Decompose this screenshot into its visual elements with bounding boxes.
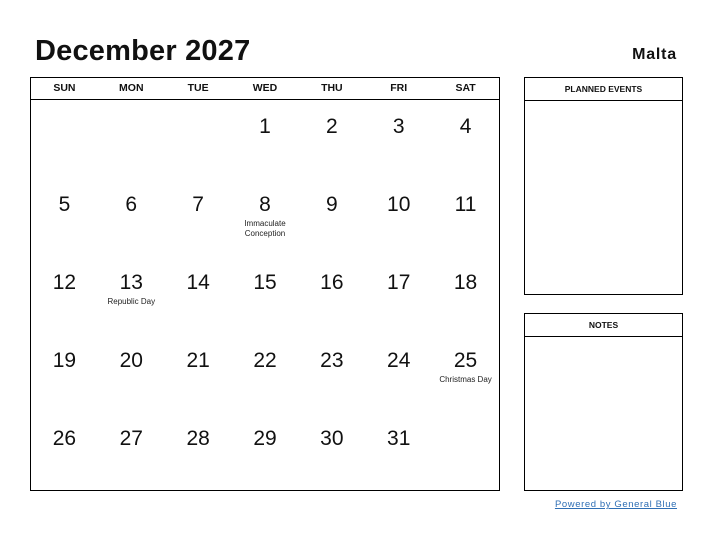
day-cell: 14	[165, 256, 232, 334]
holiday-label: Immaculate Conception	[244, 219, 286, 238]
day-cell: 19	[31, 334, 98, 412]
day-cell: 31	[365, 412, 432, 490]
day-cell: 8 Immaculate Conception	[232, 178, 299, 256]
day-number: 4	[459, 115, 472, 138]
day-number: 11	[454, 193, 477, 216]
day-number: 18	[453, 271, 478, 294]
day-number: 28	[186, 427, 210, 450]
day-number: 30	[320, 427, 344, 450]
day-number: 21	[186, 349, 210, 372]
day-cell: 29	[232, 412, 299, 490]
day-number: 25	[453, 349, 478, 372]
weekday-header: SUN MON TUE WED THU FRI SAT	[31, 78, 499, 100]
day-number: 13	[119, 271, 143, 294]
day-cell: 4	[432, 100, 499, 178]
day-cell: 16	[298, 256, 365, 334]
day-cell: 1	[232, 100, 299, 178]
day-number: 5	[58, 193, 71, 216]
day-number: 29	[253, 427, 277, 450]
day-number: 26	[52, 427, 77, 450]
holiday-label: Christmas Day	[439, 375, 492, 384]
day-cell: 5	[31, 178, 98, 256]
day-number: 22	[253, 349, 277, 372]
day-cell: 11	[432, 178, 499, 256]
weekday-mon: MON	[119, 82, 144, 94]
day-number: 10	[387, 193, 411, 216]
day-cell: 27	[98, 412, 165, 490]
day-number: 6	[125, 193, 138, 216]
day-number: 14	[186, 271, 210, 294]
day-number: 15	[253, 271, 277, 294]
day-number: 7	[192, 193, 204, 216]
day-number: 9	[326, 193, 338, 216]
weekday-sat: SAT	[455, 82, 476, 94]
day-number: 1	[259, 115, 271, 138]
day-cell: 26	[31, 412, 98, 490]
day-number: 24	[387, 349, 411, 372]
day-cell: 28	[165, 412, 232, 490]
page-title: December 2027	[35, 35, 251, 67]
day-cell: 18	[432, 256, 499, 334]
day-cell: 12	[31, 256, 98, 334]
weekday-thu: THU	[321, 82, 343, 94]
calendar-grid: SUN MON TUE WED THU FRI SAT 1 2 3 4 5 6 7 8 Imma…	[30, 77, 500, 491]
day-cell: 23	[298, 334, 365, 412]
weekday-sun: SUN	[53, 82, 76, 94]
day-cell: 25 Christmas Day	[432, 334, 499, 412]
calendar-body: 1 2 3 4 5 6 7 8 Immaculate Conception 9 10 11 12 13 Re…	[31, 100, 499, 490]
day-cell: 13 Republic Day	[98, 256, 165, 334]
day-number: 2	[326, 115, 338, 138]
day-cell: 2	[298, 100, 365, 178]
planned-events-heading: PLANNED EVENTS	[525, 78, 682, 101]
notes-panel: NOTES	[524, 313, 683, 491]
day-cell: 15	[232, 256, 299, 334]
day-number: 16	[320, 271, 344, 294]
day-number: 23	[320, 349, 344, 372]
day-cell: 17	[365, 256, 432, 334]
holiday-label: Republic Day	[107, 297, 156, 306]
day-cell: 9	[298, 178, 365, 256]
powered-by-link[interactable]: Powered by General Blue	[555, 499, 677, 511]
empty-day-cell	[165, 100, 232, 178]
day-number: 8	[259, 193, 271, 216]
day-cell: 24	[365, 334, 432, 412]
planned-events-panel: PLANNED EVENTS	[524, 77, 683, 295]
day-number: 31	[387, 427, 411, 450]
day-number: 17	[387, 271, 411, 294]
day-number: 12	[52, 271, 77, 294]
weekday-wed: WED	[252, 82, 278, 94]
day-cell: 10	[365, 178, 432, 256]
empty-day-cell	[31, 100, 98, 178]
country-label: Malta	[632, 46, 677, 63]
empty-day-cell	[432, 412, 499, 490]
day-cell: 7	[165, 178, 232, 256]
day-number: 20	[119, 349, 143, 372]
day-cell: 21	[165, 334, 232, 412]
day-number: 3	[392, 115, 405, 138]
day-cell: 30	[298, 412, 365, 490]
day-cell: 3	[365, 100, 432, 178]
weekday-tue: TUE	[187, 82, 209, 94]
day-number: 19	[52, 349, 77, 372]
day-cell: 6	[98, 178, 165, 256]
day-cell: 20	[98, 334, 165, 412]
weekday-fri: FRI	[390, 82, 408, 94]
notes-heading: NOTES	[525, 314, 682, 337]
day-cell: 22	[232, 334, 299, 412]
empty-day-cell	[98, 100, 165, 178]
day-number: 27	[119, 427, 143, 450]
